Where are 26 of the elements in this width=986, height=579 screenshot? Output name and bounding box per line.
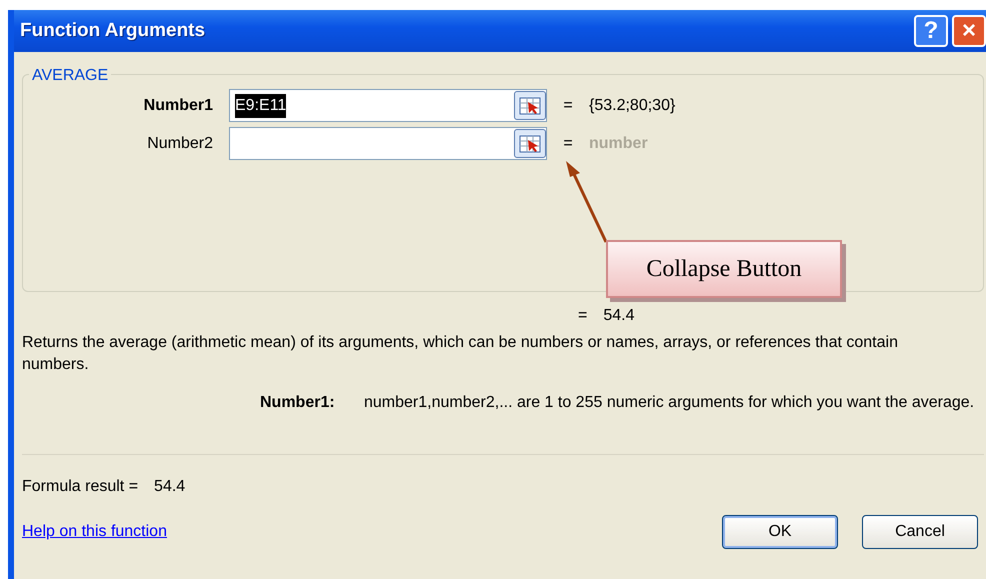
close-button[interactable]: ×	[952, 15, 986, 47]
argument-help-label: Number1:	[260, 393, 336, 413]
equals-sign: =	[562, 134, 574, 154]
collapse-button[interactable]	[514, 91, 546, 120]
argument-label: Number2	[146, 134, 214, 154]
range-select-icon	[519, 134, 541, 152]
field-value: E9:E11	[235, 94, 286, 118]
help-button[interactable]: ?	[914, 15, 948, 47]
equals-sign: =	[578, 306, 588, 326]
argument-label: Number1	[142, 96, 214, 116]
function-description: Returns the average (arithmetic mean) of its arguments, which can be numbers or names, arrays, or references that contain numbers.	[22, 333, 899, 375]
result-value: 54.4	[603, 306, 634, 326]
ok-button[interactable]: OK	[722, 515, 838, 549]
equals-sign: =	[562, 96, 574, 116]
argument-field[interactable]	[229, 127, 547, 160]
range-select-icon	[519, 96, 541, 114]
argument-help-text: number1,number2,... are 1 to 255 numeric arguments for which you want the average.	[364, 393, 976, 413]
argument-result: {53.2;80;30}	[589, 96, 676, 116]
help-link[interactable]: Help on this function	[22, 520, 167, 544]
window-title: Function Arguments	[20, 18, 206, 43]
formula-result-value: 54.4	[154, 477, 186, 497]
argument-field[interactable]: E9:E11	[229, 89, 547, 122]
cancel-button[interactable]: Cancel	[862, 515, 978, 549]
formula-result-label: Formula result =	[22, 477, 138, 497]
collapse-button[interactable]	[514, 129, 546, 158]
argument-result: number	[589, 134, 648, 154]
